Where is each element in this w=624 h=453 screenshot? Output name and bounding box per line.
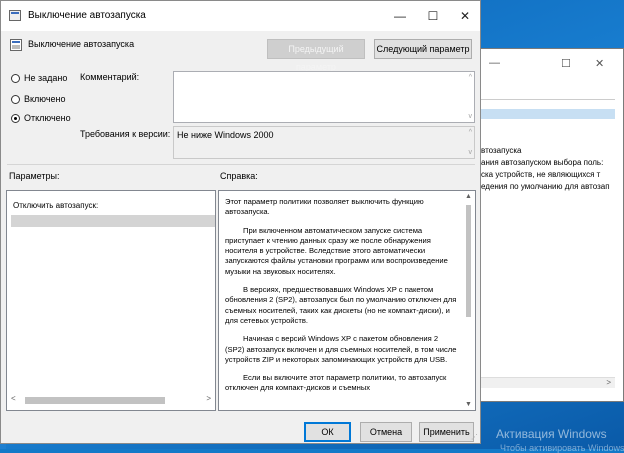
window-title: Выключение автозапуска (28, 10, 146, 21)
bg-selected-row[interactable] (479, 109, 615, 119)
chevron-left-icon[interactable]: < (11, 394, 16, 403)
help-paragraph: При включенном автоматическом запуске си… (225, 225, 448, 276)
scroll-thumb[interactable] (25, 397, 165, 404)
minimize-button[interactable]: — (385, 7, 415, 25)
bg-line-2: ска устройств, не являющихся т (481, 170, 601, 179)
autorun-option-dropdown[interactable] (11, 215, 215, 227)
policy-icon (9, 10, 21, 21)
bg-heading: втозапуска (481, 146, 522, 155)
chevron-down-icon[interactable]: ▼ (465, 401, 472, 408)
maximize-button[interactable]: ☐ (418, 7, 448, 25)
policy-dialog: Выключение автозапуска — ☐ ✕ Выключение … (0, 0, 481, 444)
prev-setting-button[interactable]: Предыдущий параметр (267, 39, 365, 72)
help-label: Справка: (220, 171, 258, 181)
ok-button[interactable]: ОК (304, 422, 351, 442)
help-vscroll[interactable]: ▲ ▼ (464, 193, 473, 408)
chevron-down-icon[interactable]: v (469, 113, 473, 120)
radio-circle[interactable] (11, 95, 20, 104)
requirements-field: Не ниже Windows 2000 ^ v (173, 126, 475, 159)
scroll-thumb[interactable] (466, 205, 471, 317)
help-paragraph: В версиях, предшествовавших Windows XP с… (225, 285, 457, 325)
radio-circle[interactable] (11, 74, 20, 83)
bg-hscroll[interactable]: > (479, 377, 615, 388)
radio-label: Отключено (24, 113, 71, 123)
bg-line-3: едения по умолчанию для автозап (481, 182, 610, 191)
bg-line-1: ания автозапуском выбора поль: (481, 158, 604, 167)
resize-grip-icon[interactable]: ⋰ (471, 433, 478, 441)
section-divider (7, 164, 475, 165)
radio-circle[interactable] (11, 114, 20, 123)
options-label: Параметры: (9, 171, 60, 181)
apply-button[interactable]: Применить (419, 422, 474, 442)
help-paragraph: Этот параметр политики позволяет выключи… (225, 197, 424, 217)
requirements-value: Не ниже Windows 2000 (177, 130, 274, 140)
bg-minimize-button[interactable]: — (489, 57, 500, 69)
help-paragraph: Если вы включите этот параметр политики,… (225, 373, 447, 393)
setting-name: Выключение автозапуска (28, 39, 135, 49)
autorun-option-label: Отключить автозапуск: (13, 201, 99, 210)
requirements-label: Требования к версии: (80, 129, 171, 139)
comment-label: Комментарий: (80, 72, 140, 82)
chevron-right-icon[interactable]: > (206, 394, 211, 403)
radio-label: Не задано (24, 73, 68, 83)
title-bar[interactable]: Выключение автозапуска — ☐ ✕ (1, 1, 480, 31)
options-panel: Отключить автозапуск: < > (6, 190, 216, 411)
chevron-right-icon[interactable]: > (606, 378, 611, 387)
help-text: Этот параметр политики позволяет выключи… (225, 197, 459, 402)
help-panel: Этот параметр политики позволяет выключи… (218, 190, 476, 411)
bg-close-button[interactable]: ✕ (595, 57, 604, 70)
close-button[interactable]: ✕ (450, 7, 480, 25)
radio-label: Включено (24, 94, 66, 104)
options-hscroll[interactable]: < > (11, 394, 211, 405)
bg-divider (479, 99, 615, 106)
help-paragraph: Начиная с версий Windows XP с пакетом об… (225, 334, 457, 364)
bg-maximize-button[interactable]: ☐ (561, 57, 571, 70)
chevron-down-icon[interactable]: v (469, 149, 473, 156)
chevron-up-icon[interactable]: ^ (469, 129, 472, 136)
activation-watermark: Активация Windows (496, 427, 607, 441)
cancel-button[interactable]: Отмена (360, 422, 412, 442)
activation-watermark-sub: Чтобы активировать Windows, перейдите (500, 443, 624, 453)
background-window[interactable]: — ☐ ✕ втозапуска ания автозапуском выбор… (470, 48, 624, 402)
setting-icon (10, 39, 22, 51)
comment-field[interactable]: ^ v (173, 71, 475, 123)
chevron-up-icon[interactable]: ^ (469, 74, 472, 81)
chevron-up-icon[interactable]: ▲ (465, 193, 472, 200)
next-setting-button[interactable]: Следующий параметр (374, 39, 472, 59)
